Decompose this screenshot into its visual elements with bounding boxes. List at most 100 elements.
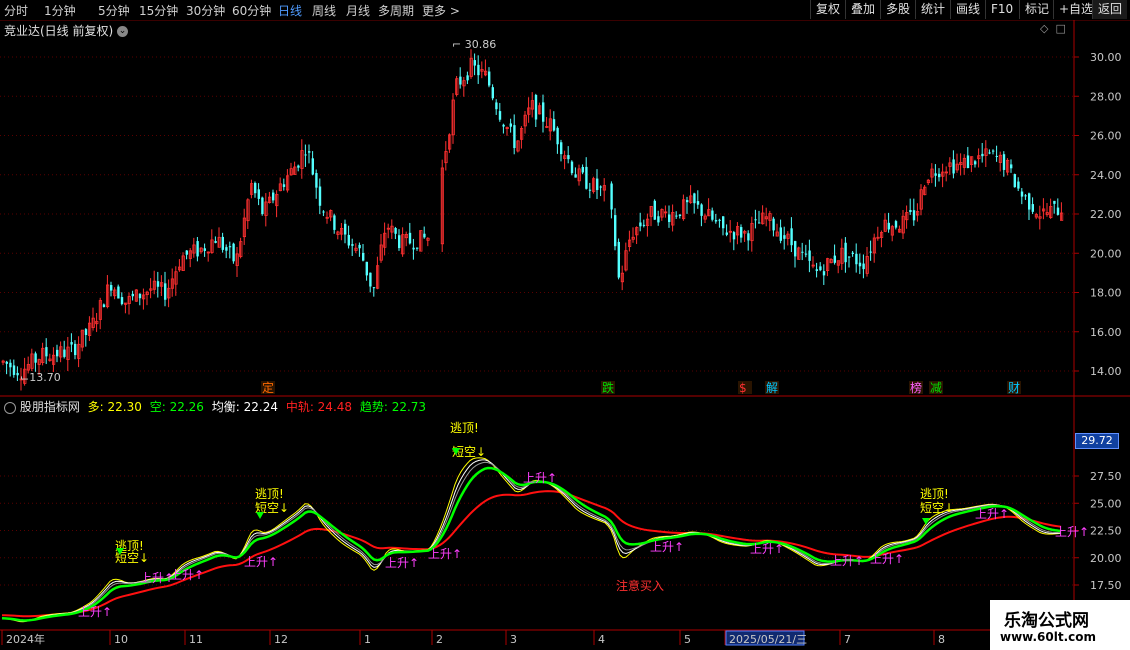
candle-body [844, 242, 847, 263]
candle-body [668, 214, 671, 223]
candle-body [560, 142, 563, 155]
candle-body [372, 287, 376, 289]
rise-signal: 上升↑ [170, 568, 204, 582]
candle-body [84, 329, 88, 335]
candle-body [696, 201, 700, 205]
candle-body [257, 189, 260, 199]
candle-body [56, 349, 59, 357]
candle-body [556, 127, 559, 145]
candle-body [758, 222, 761, 224]
candle-body [5, 361, 8, 364]
down-arrow-icon [922, 518, 930, 525]
candle-body [1056, 207, 1060, 215]
price-tick-label: 24.00 [1090, 169, 1122, 182]
candle-body [894, 221, 898, 228]
candle-body [318, 186, 322, 206]
candle-body [974, 161, 977, 165]
rise-signal: 上升↑ [523, 471, 557, 485]
event-mark: 解 [766, 381, 778, 395]
candle-body [477, 64, 480, 76]
escape-top-signal: 逃顶! [920, 487, 949, 501]
candle-body [473, 60, 476, 66]
candle-body [740, 227, 743, 238]
candle-body [196, 241, 199, 257]
candle-body [1053, 200, 1056, 204]
current-value: 29.72 [1081, 434, 1113, 447]
candle-body [282, 184, 286, 187]
candle-body [9, 362, 12, 368]
candle-body [164, 283, 167, 300]
candle-body [369, 272, 372, 287]
candle-body [416, 247, 419, 249]
candle-body [542, 102, 545, 122]
candle-body [938, 173, 941, 178]
month-label: 11 [189, 633, 203, 646]
candle-body [711, 210, 714, 220]
candle-body [12, 365, 16, 375]
price-tick-label: 22.00 [1090, 208, 1122, 221]
rise-signal: 上升↑ [1055, 525, 1089, 539]
candle-body [110, 285, 113, 291]
escape-top-signal: 逃顶! [255, 487, 284, 501]
candle-body [822, 271, 826, 276]
candle-body [488, 71, 491, 86]
candle-body [599, 186, 602, 188]
rise-signal: 上升↑ [750, 542, 784, 556]
rise-signal: 上升↑ [975, 507, 1009, 521]
candle-body [862, 263, 865, 270]
candle-body [120, 297, 124, 305]
candle-body [138, 293, 142, 299]
candle-body [952, 159, 955, 174]
month-label: 2024年 [6, 632, 45, 646]
month-label: 2 [436, 633, 443, 646]
candle-body [74, 343, 77, 356]
event-mark: 减 [930, 381, 942, 395]
candle-body [700, 204, 703, 216]
candle-body [228, 246, 232, 248]
candle-body [992, 150, 995, 152]
price-tick-label: 14.00 [1090, 365, 1122, 378]
down-arrow-icon [256, 512, 264, 519]
rise-signal: 上升↑ [385, 556, 419, 570]
candle-body [772, 218, 775, 231]
high-price-label: ⌐ 30.86 [452, 38, 497, 51]
rise-signal: 上升↑ [870, 552, 904, 566]
candle-body [815, 269, 818, 271]
kline-chart[interactable]: 30.00 28.00 26.00 24.00 22.00 20.00 18.00 16.00… [0, 0, 1130, 650]
candle-body [34, 353, 37, 363]
candle-body [610, 183, 613, 210]
candle-body [1028, 193, 1031, 210]
candle-body [311, 158, 314, 175]
candle-body [804, 253, 808, 255]
candle-body [851, 252, 854, 254]
candle-body [1024, 195, 1027, 197]
rise-signal: 上升↑ [830, 554, 864, 568]
candle-body [156, 281, 160, 287]
candle-body [254, 182, 257, 194]
short-signal: 短空↓ [920, 501, 954, 515]
candle-body [491, 87, 494, 99]
month-label: 12 [274, 633, 288, 646]
price-tick-label: 20.00 [1090, 247, 1122, 260]
price-tick-label: 16.00 [1090, 326, 1122, 339]
candle-body [1017, 181, 1020, 189]
low-price-label: ⌙13.70 [20, 371, 61, 384]
candle-body [412, 247, 415, 250]
candle-body [509, 123, 512, 127]
candle-body [502, 124, 505, 127]
candle-body [1031, 204, 1034, 212]
candle-body [63, 349, 66, 357]
rise-signal: 上升↑ [244, 555, 278, 569]
candle-body [725, 232, 728, 235]
price-tick-label: 30.00 [1090, 51, 1122, 64]
candle-body [614, 215, 617, 247]
candle-body [570, 161, 574, 174]
candle-body [783, 235, 786, 239]
candle-body [567, 155, 570, 160]
candle-body [808, 250, 811, 261]
candle-body [779, 227, 782, 241]
candle-body [588, 189, 592, 191]
candle-body [848, 256, 851, 258]
date-axis: 2024年 10 11 12 1 2 3 4 5 2025/05/21/三 7 8 [1, 630, 945, 646]
candle-body [966, 155, 970, 169]
